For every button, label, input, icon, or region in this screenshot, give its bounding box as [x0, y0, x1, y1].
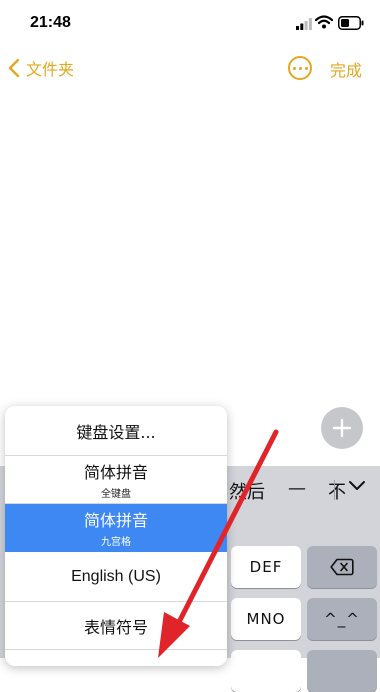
menu-item-pinyin-full[interactable]: 简体拼音 全键盘 [5, 456, 227, 504]
menu-item-label: 表情符号 [83, 617, 148, 637]
key-partial-gray[interactable] [307, 650, 377, 692]
menu-item-label: English (US) [71, 567, 161, 585]
candidate-divider [334, 480, 335, 500]
wifi-icon [315, 15, 333, 29]
menu-item-label: 简体拼音 [83, 463, 148, 482]
menu-item-sublabel: 九宫格 [101, 537, 131, 548]
candidate-word[interactable]: 不 [328, 478, 346, 504]
back-button[interactable]: 文件夹 [8, 56, 74, 80]
key-partial[interactable] [231, 650, 301, 692]
battery-icon [338, 16, 364, 30]
status-bar: 21:48 [0, 0, 380, 48]
candidate-word[interactable]: — [288, 478, 306, 499]
candidate-word[interactable]: 然后 [229, 478, 265, 504]
menu-item-sublabel: 全键盘 [101, 489, 131, 500]
emoticon-key[interactable]: ^_^ [307, 598, 377, 640]
menu-item-label: 简体拼音 [83, 511, 148, 530]
menu-item-emoji[interactable]: 表情符号 [5, 602, 227, 650]
menu-item-keyboard-settings[interactable]: 键盘设置... [5, 406, 227, 456]
menu-item-label: 键盘设置... [76, 422, 156, 442]
menu-item-english[interactable]: English (US) [5, 552, 227, 602]
nav-bar: 文件夹 完成 [0, 48, 380, 88]
chevron-down-icon[interactable] [348, 480, 366, 492]
delete-backspace-icon [330, 558, 354, 576]
chevron-left-icon [8, 58, 20, 78]
signal-icon [296, 18, 312, 30]
status-time: 21:48 [30, 14, 71, 31]
key-mno[interactable]: MNO [231, 598, 301, 640]
menu-item-pinyin-9key[interactable]: 简体拼音 九宫格 [5, 504, 227, 552]
more-options-button[interactable] [288, 56, 312, 80]
done-button[interactable]: 完成 [330, 57, 362, 81]
add-button[interactable] [321, 407, 363, 449]
delete-key[interactable] [307, 546, 377, 588]
keyboard-language-menu: 键盘设置... 简体拼音 全键盘 简体拼音 九宫格 English (US) 表… [5, 406, 227, 666]
plus-icon [333, 419, 351, 437]
back-label: 文件夹 [26, 60, 75, 79]
key-def[interactable]: DEF [231, 546, 301, 588]
